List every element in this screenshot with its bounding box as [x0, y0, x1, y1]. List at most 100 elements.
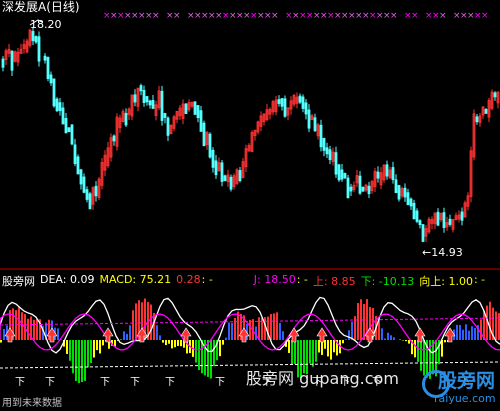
- dea-value: DEA: 0.09: [40, 273, 95, 286]
- candle-body: [79, 169, 83, 185]
- signal-marker: ×: [152, 11, 160, 21]
- up-arrow-icon: [180, 327, 192, 343]
- candle-body: [37, 36, 41, 62]
- macd-bar: [129, 325, 131, 340]
- macd-bar: [33, 319, 35, 340]
- macd-bar: [135, 303, 137, 340]
- candle-body: [199, 110, 203, 132]
- macd-bar: [96, 340, 98, 351]
- macd-bar: [270, 314, 272, 340]
- candle-body: [196, 105, 200, 119]
- candle-body: [85, 189, 89, 200]
- watermark: 股旁网 gupang.com: [246, 369, 399, 388]
- macd-bar: [357, 303, 359, 340]
- macd-bar: [228, 322, 230, 340]
- indicator-v2: : -: [201, 273, 213, 286]
- macd-bar: [213, 340, 215, 367]
- macd-bar: [351, 321, 353, 340]
- candle-body: [415, 210, 419, 222]
- candle-body: [94, 185, 98, 197]
- down-signal: 下: [100, 377, 110, 388]
- macd-bar: [384, 338, 386, 340]
- candle-body: [484, 109, 488, 114]
- macd-bar: [342, 340, 344, 344]
- candle-body: [340, 169, 344, 180]
- macd-bar: [408, 340, 410, 344]
- macd-bar: [294, 340, 296, 364]
- signal-marker: ×: [481, 11, 489, 21]
- macd-bar: [36, 319, 38, 340]
- candle-body: [277, 99, 281, 104]
- candle-body: [349, 186, 353, 192]
- candle-body: [46, 57, 50, 79]
- macd-bar: [69, 340, 71, 361]
- candle-body: [208, 133, 212, 158]
- macd-bar: [480, 319, 482, 340]
- macd-bar: [27, 318, 29, 340]
- macd-bar: [414, 340, 416, 358]
- macd-bar: [462, 329, 464, 340]
- candle-body: [418, 220, 422, 226]
- candle-body: [391, 167, 395, 181]
- macd-bar: [333, 340, 335, 353]
- candle-body: [76, 156, 80, 175]
- macd-bar: [441, 340, 443, 357]
- macd-bar: [291, 340, 293, 365]
- down-value: 下: -10.13: [360, 275, 415, 288]
- macd-bar: [207, 340, 209, 377]
- candle-body: [124, 112, 128, 126]
- down-signal: 下: [130, 377, 140, 388]
- candle-body: [52, 78, 56, 107]
- kline-chart[interactable]: × × × × × × × × × × × × × × × × × × × × × × × × × × × × × × × × × × × × × × × ×…: [0, 0, 500, 411]
- macd-bar: [345, 339, 347, 340]
- candle-body: [337, 164, 341, 181]
- candle-body: [88, 193, 92, 210]
- logo-domain: raiyue.com: [434, 392, 496, 405]
- candle-body: [409, 198, 413, 207]
- macd-bar: [330, 340, 332, 360]
- candle-body: [145, 96, 149, 103]
- macd-bar: [279, 322, 281, 340]
- macd-bar: [165, 340, 167, 346]
- macd-bar: [312, 340, 314, 367]
- macd-bar: [195, 340, 197, 363]
- candle-body: [328, 149, 332, 161]
- candle-body: [301, 96, 305, 109]
- candle-body: [298, 95, 302, 103]
- candle-body: [10, 50, 14, 71]
- logo-text: 股旁网: [438, 370, 496, 392]
- candle-body: [64, 118, 68, 134]
- candle-body: [58, 102, 62, 112]
- candle-body: [304, 102, 308, 115]
- candle-body: [403, 187, 407, 198]
- candle-body: [202, 122, 206, 147]
- candle-body: [394, 179, 398, 194]
- candle-body: [160, 90, 164, 121]
- candle-body: [214, 160, 218, 176]
- up-arrow-icon: [316, 327, 328, 343]
- candle-body: [49, 74, 53, 84]
- macd-bar: [390, 335, 392, 340]
- signal-markers: × × × × × × × × × × × × × × × × × × × × × × × × × × × × × × × × × × × × × × × ×…: [103, 11, 489, 21]
- candle-body: [475, 116, 479, 123]
- macd-bar: [0, 340, 2, 343]
- candle-body: [166, 117, 170, 136]
- up-value: 上: 8.85: [312, 275, 356, 288]
- candle-body: [112, 135, 116, 142]
- candle-body: [436, 211, 440, 226]
- candle-body: [406, 192, 410, 205]
- candle-body: [313, 117, 317, 132]
- macd-bar: [273, 313, 275, 340]
- down-signal: 下: [165, 377, 175, 388]
- candle-body: [421, 224, 425, 242]
- candle-body: [367, 185, 371, 195]
- macd-bar: [72, 340, 74, 374]
- macd-bar: [162, 340, 164, 343]
- candle-body: [460, 211, 464, 221]
- candle-body: [325, 147, 329, 155]
- candle-body: [211, 149, 215, 168]
- macd-bar: [459, 324, 461, 340]
- macd-bar: [123, 331, 125, 340]
- candle-body: [346, 177, 350, 199]
- macd-bar: [219, 340, 221, 357]
